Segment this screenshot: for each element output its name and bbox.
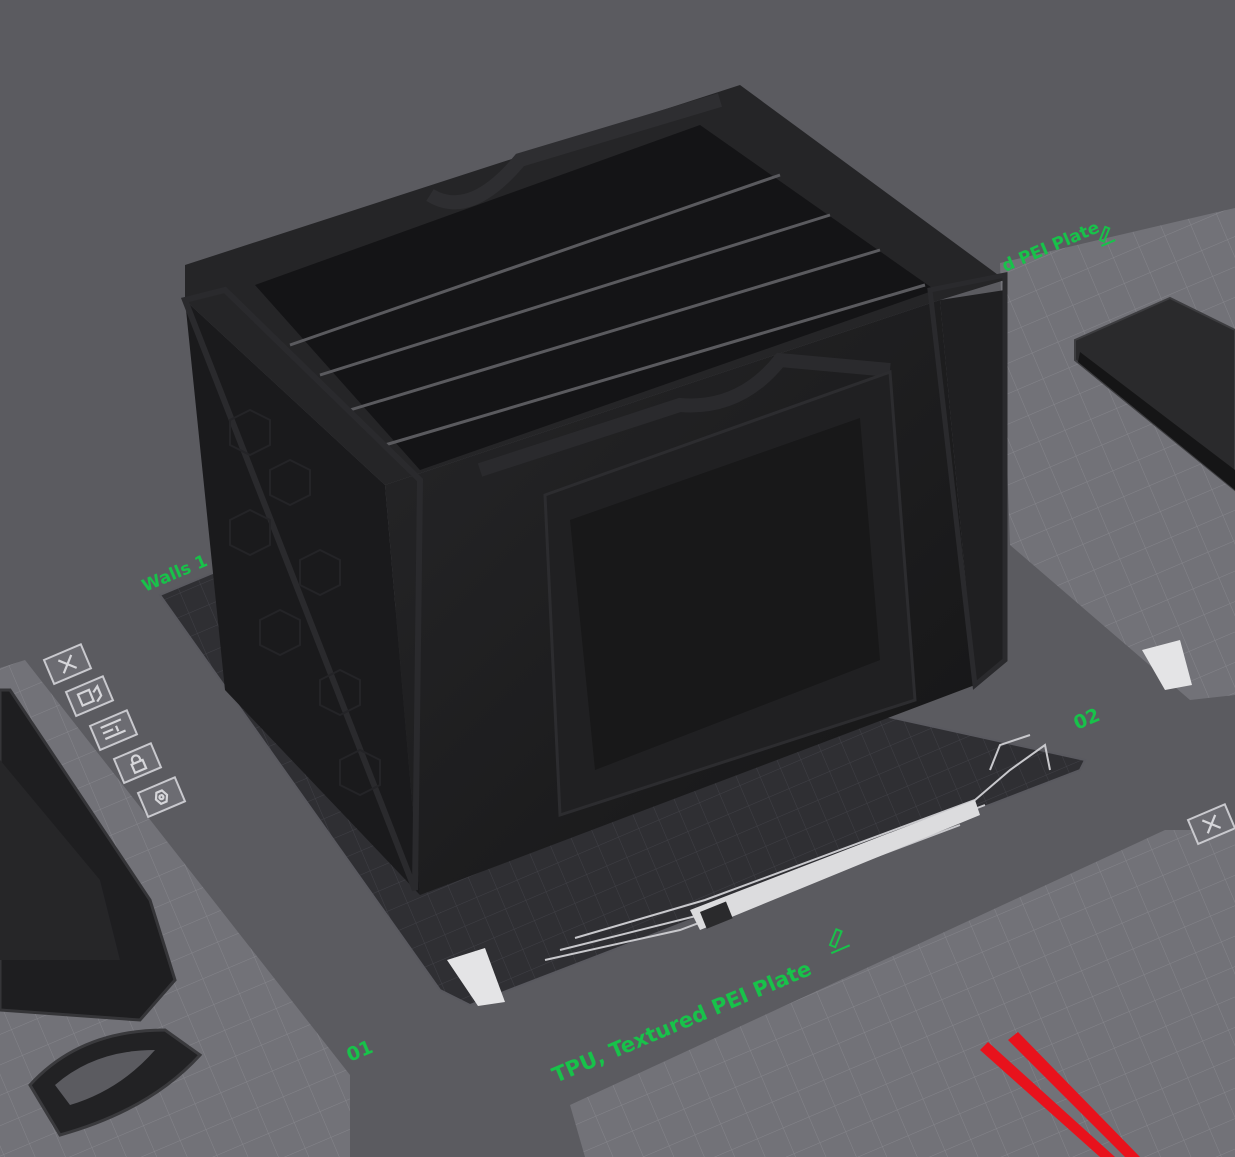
plate-settings-button[interactable] xyxy=(136,776,187,819)
plate-01-number: 01 xyxy=(343,1036,376,1067)
plate-02-number: 02 xyxy=(1070,704,1103,735)
orient-plate-button[interactable] xyxy=(88,709,139,752)
arrange-plate-button[interactable] xyxy=(64,675,115,718)
close-plate-button[interactable] xyxy=(42,643,93,686)
3d-viewport[interactable]: Walls 1 d PEI Plate 01 02 TPU, Textured … xyxy=(0,0,1235,1157)
edit-plate-04-icon[interactable] xyxy=(823,927,851,955)
lock-plate-button[interactable] xyxy=(112,742,163,785)
